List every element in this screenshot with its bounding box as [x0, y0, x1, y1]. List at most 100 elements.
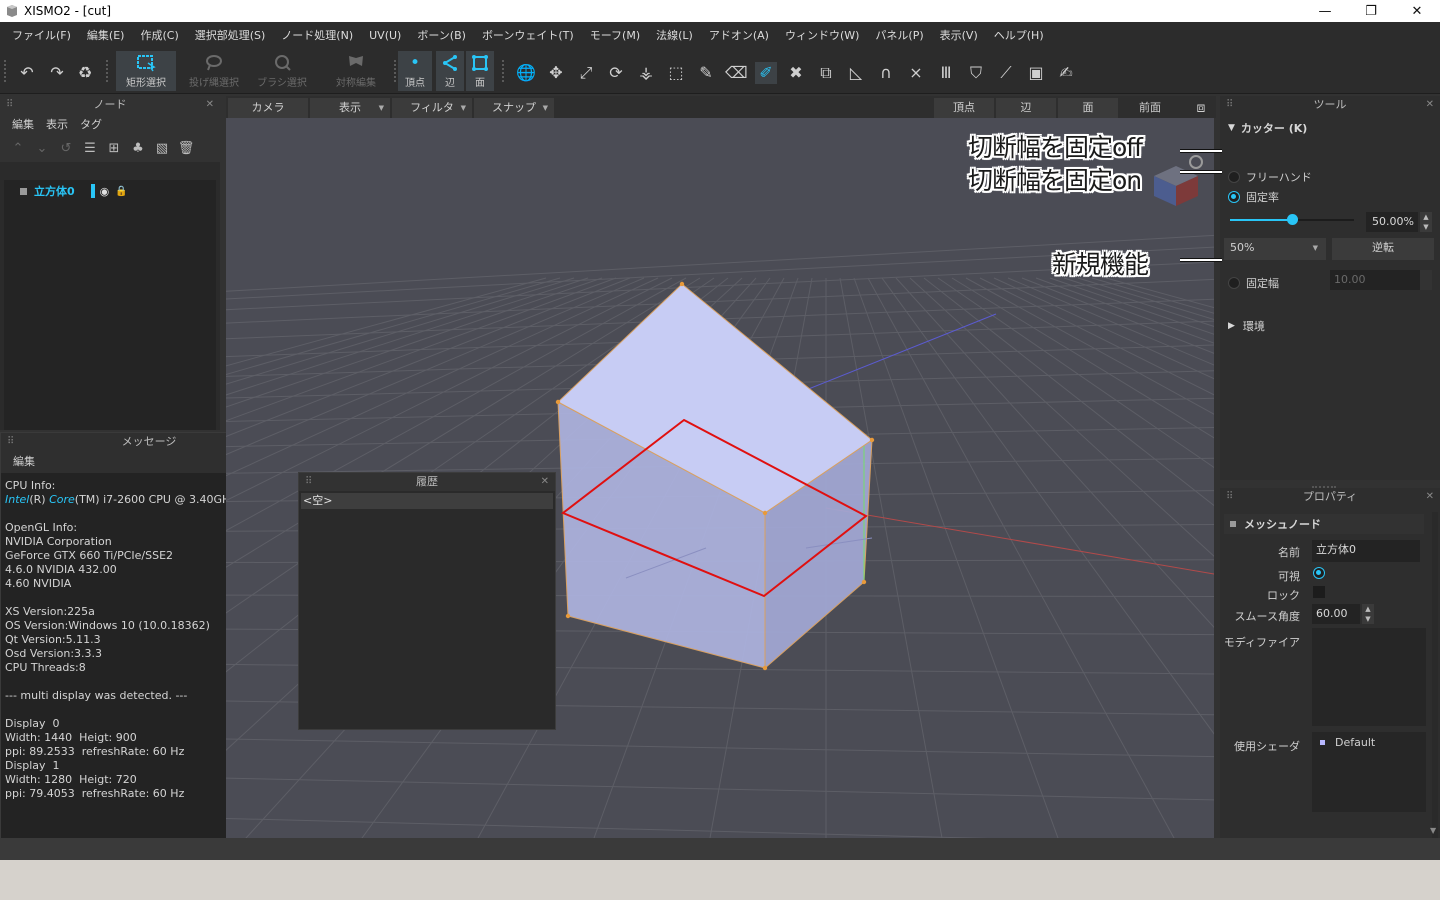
rate-slider[interactable] [1230, 212, 1354, 228]
move-icon[interactable]: ✥ [545, 62, 567, 84]
group-icon[interactable]: ♣ [126, 141, 150, 156]
vp-edge-button[interactable]: 辺 [996, 98, 1056, 118]
close-icon[interactable]: ✕ [1426, 488, 1434, 506]
edit-icon[interactable]: ✍ [1055, 62, 1077, 84]
snap-dropdown[interactable]: スナップ ▼ [474, 98, 554, 118]
filter-dropdown[interactable]: フィルタ ▼ [392, 98, 472, 118]
lock-icon[interactable]: 🔒 [115, 186, 127, 197]
scale-icon[interactable]: ⤢ [575, 62, 597, 84]
menu-help[interactable]: ヘルプ(H) [986, 27, 1052, 43]
up-icon[interactable]: ⌃ [6, 141, 30, 156]
menu-selection[interactable]: 選択部処理(S) [187, 27, 274, 43]
vp-vertex-button[interactable]: 頂点 [934, 98, 994, 118]
pivot-icon[interactable]: ⚶ [635, 62, 657, 84]
grid-icon[interactable]: ⊞ [102, 141, 126, 156]
collapse-icon[interactable]: ⨯ [905, 62, 927, 84]
node-menu-view[interactable]: 表示 [40, 116, 74, 132]
menu-node[interactable]: ノード処理(N) [273, 27, 361, 43]
menu-window[interactable]: ウィンドウ(W) [777, 27, 867, 43]
node-menu-edit[interactable]: 編集 [6, 116, 40, 132]
edge-mode-button[interactable]: 辺 [436, 51, 464, 91]
film-icon[interactable]: ▣ [1025, 62, 1047, 84]
extrude-icon[interactable]: ⧉ [815, 62, 837, 84]
axis-gizmo[interactable] [1154, 155, 1203, 206]
grip-icon[interactable]: ⠿ [305, 473, 312, 491]
slider-handle[interactable] [1287, 214, 1298, 225]
fixed-width-field[interactable]: 10.00 [1330, 270, 1420, 290]
knife-icon[interactable]: ⟋ [995, 62, 1017, 84]
list-icon[interactable]: ☰ [78, 141, 102, 156]
close-button[interactable]: ✕ [1394, 0, 1440, 22]
eraser-icon[interactable]: ⌫ [725, 62, 748, 84]
face-mode-button[interactable]: 面 [466, 51, 494, 91]
freehand-radio[interactable]: フリーハンド [1228, 169, 1312, 185]
pencil-icon[interactable]: ✎ [695, 62, 717, 84]
shader-item[interactable]: Default [1312, 732, 1426, 753]
menu-view[interactable]: 表示(V) [932, 27, 986, 43]
preset-dropdown[interactable]: 50% ▼ [1224, 238, 1326, 260]
close-icon[interactable]: ✕ [206, 96, 214, 114]
env-section-header[interactable]: ▶ 環境 [1220, 316, 1265, 336]
loop-icon[interactable]: Ⅲ [935, 62, 957, 84]
shader-list[interactable]: Default [1312, 732, 1426, 812]
lasso-select-button[interactable]: 投げ縄選択 [184, 51, 244, 91]
rotate-icon[interactable]: ⟳ [605, 62, 627, 84]
modifier-list[interactable] [1312, 628, 1426, 726]
eye-icon[interactable]: ◉ [100, 185, 110, 198]
name-input[interactable]: 立方体0 [1312, 540, 1420, 562]
symmetric-edit-button[interactable]: 対称編集 [326, 51, 386, 91]
menu-edit[interactable]: 編集(E) [79, 27, 133, 43]
menu-addon[interactable]: アドオン(A) [701, 27, 777, 43]
close-icon[interactable]: ✕ [541, 473, 549, 491]
menu-morph[interactable]: モーフ(M) [582, 27, 648, 43]
maximize-button[interactable]: ❐ [1348, 0, 1394, 22]
tree-item[interactable]: 立方体0 ◉ 🔒 [4, 182, 216, 200]
grip-icon[interactable]: ⠿ [7, 433, 14, 451]
cutter-icon[interactable]: ✐ [755, 62, 777, 84]
bag-icon[interactable]: ⛉ [965, 62, 987, 84]
visible-toggle[interactable] [1313, 567, 1325, 579]
reverse-button[interactable]: 逆転 [1332, 238, 1434, 260]
menu-bone[interactable]: ボーン(B) [409, 27, 474, 43]
rect-select-button[interactable]: 矩形選択 [116, 51, 176, 91]
vertex-mode-button[interactable]: • 頂点 [398, 51, 432, 91]
mesh-node-section[interactable]: メッシュノード [1224, 514, 1424, 534]
close-icon[interactable]: ✕ [1426, 96, 1434, 114]
smooth-angle-input[interactable]: 60.00 [1312, 604, 1360, 624]
vp-face-button[interactable]: 面 [1058, 98, 1118, 118]
menu-file[interactable]: ファイル(F) [4, 27, 79, 43]
menu-panel[interactable]: パネル(P) [867, 27, 931, 43]
cube-icon[interactable]: ▧ [150, 141, 174, 156]
history-item[interactable]: <空> [301, 493, 553, 509]
undo-icon[interactable]: ↶ [16, 62, 38, 84]
recycle-icon[interactable]: ♻ [74, 62, 96, 84]
grip-icon[interactable]: ⠿ [1226, 488, 1233, 506]
smooth-spinner[interactable]: ▲ ▼ [1362, 604, 1374, 624]
globe-icon[interactable]: 🌐 [515, 62, 537, 84]
cutter-section-header[interactable]: ▼ カッター (K) [1220, 118, 1307, 138]
box-select-icon[interactable]: ⬚ [665, 62, 687, 84]
menu-normal[interactable]: 法線(L) [648, 27, 701, 43]
view-front-button[interactable]: 前面 [1120, 98, 1180, 118]
toolbar-grip[interactable] [4, 60, 8, 82]
view-cube-icon[interactable]: ⧈ [1190, 98, 1212, 118]
bridge-icon[interactable]: ∩ [875, 62, 897, 84]
grip-icon[interactable]: ⠿ [1226, 96, 1233, 114]
menu-bone-weight[interactable]: ボーンウェイト(T) [474, 27, 582, 43]
display-dropdown[interactable]: 表示 ▼ [310, 98, 390, 118]
brush-select-button[interactable]: ブラシ選択 [252, 51, 312, 91]
reparent-icon[interactable]: ↺ [54, 141, 78, 156]
rate-spinner[interactable]: ▲ ▼ [1420, 212, 1432, 232]
menu-uv[interactable]: UV(U) [361, 29, 409, 42]
merge-icon[interactable]: ✖ [785, 62, 807, 84]
property-scrollbar[interactable] [1432, 512, 1438, 852]
trash-icon[interactable]: 🗑 [174, 141, 198, 156]
fixed-width-radio[interactable]: 固定幅 [1228, 275, 1279, 291]
camera-button[interactable]: カメラ [228, 98, 308, 118]
fixed-rate-radio[interactable]: 固定率 [1228, 189, 1279, 205]
rate-value-field[interactable]: 50.00% [1366, 212, 1418, 232]
minimize-button[interactable]: — [1302, 0, 1348, 22]
node-menu-tag[interactable]: タグ [74, 116, 108, 132]
bevel-icon[interactable]: ◺ [845, 62, 867, 84]
toolbar-grip[interactable] [106, 60, 110, 82]
